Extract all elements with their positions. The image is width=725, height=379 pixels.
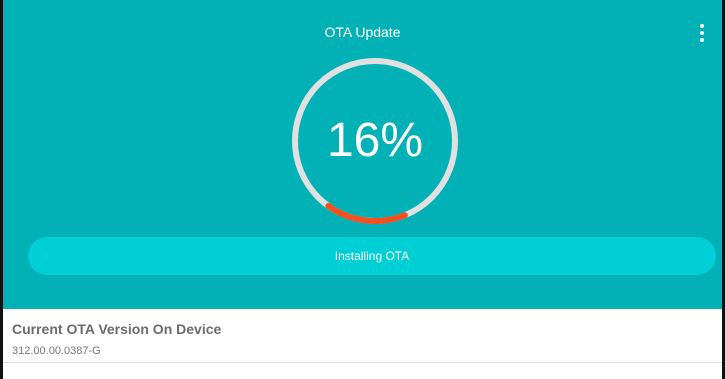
page-title: OTA Update (324, 24, 401, 40)
progress-fill (325, 202, 408, 224)
version-value: 312.00.00.0387-G (12, 345, 101, 357)
version-label: Current OTA Version On Device (12, 321, 222, 337)
menu-dot (700, 31, 704, 35)
menu-dot (700, 24, 704, 28)
installing-ota-button[interactable]: Installing OTA (28, 237, 716, 275)
menu-dot (700, 38, 704, 42)
progress-percent: 16% (326, 114, 424, 167)
ota-update-screen: OTA Update 16% Installing OTA Current OT… (0, 0, 725, 379)
ota-header: OTA Update 16% Installing OTA (3, 0, 722, 309)
divider (3, 362, 722, 363)
version-info: Current OTA Version On Device 312.00.00.… (3, 309, 722, 379)
more-vert-icon[interactable] (690, 21, 714, 45)
progress-ring: 16% (287, 53, 463, 229)
